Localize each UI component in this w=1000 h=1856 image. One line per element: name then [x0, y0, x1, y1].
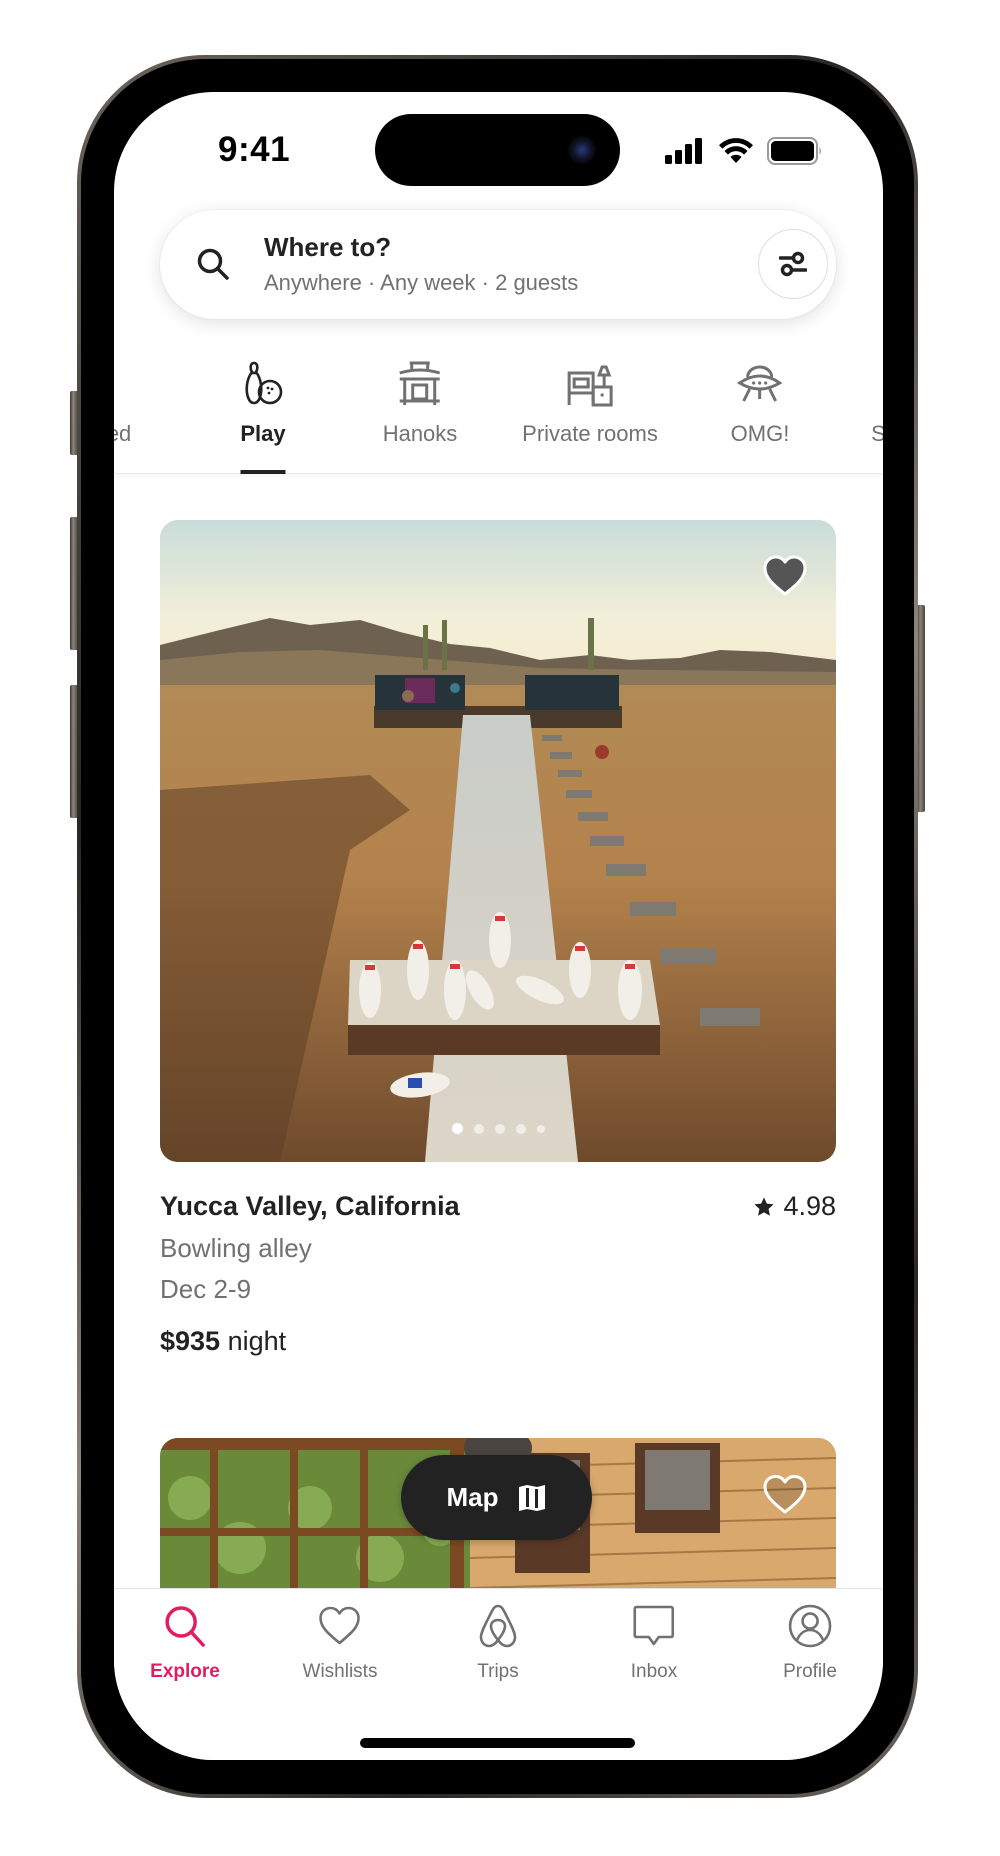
tab-label: Profile [783, 1661, 837, 1682]
search-icon [165, 1606, 205, 1647]
category-tab-partial-right[interactable]: Sk [860, 347, 883, 474]
category-tab-private-rooms[interactable]: Private rooms [522, 347, 658, 474]
airbnb-logo-icon [479, 1604, 517, 1648]
pagination-dot[interactable] [536, 1124, 545, 1133]
category-tabs: ted Play [114, 347, 883, 474]
category-label: Private rooms [522, 421, 658, 446]
tab-label: Wishlists [302, 1661, 378, 1682]
search-icon [197, 248, 229, 280]
map-button[interactable]: Map [401, 1455, 592, 1540]
tab-label: Explore [150, 1661, 220, 1682]
search-subtitle: Anywhere · Any week · 2 guests [264, 270, 579, 295]
tab-label: Inbox [630, 1661, 678, 1682]
category-tab-partial-left[interactable]: ted [114, 347, 131, 474]
search-title: Where to? [264, 232, 392, 262]
pagination-dot-active[interactable] [451, 1123, 463, 1134]
tab-wishlists[interactable]: Wishlists [302, 1603, 378, 1683]
status-icons [665, 137, 823, 165]
camera-icon [568, 136, 596, 164]
pagination-dot[interactable] [494, 1123, 505, 1134]
pagination-dot[interactable] [473, 1123, 484, 1134]
heart-icon [319, 1606, 361, 1645]
map-icon [518, 1484, 545, 1511]
listing-location[interactable]: Yucca Valley, California [160, 1191, 460, 1222]
listing-price: $935 night [160, 1326, 286, 1357]
price-unit: night [227, 1326, 287, 1356]
category-label: Play [240, 421, 286, 446]
bowling-icon [245, 361, 283, 405]
phone-screen: 9:41 Where to? Anywhere · Any week · 2 g… [114, 92, 883, 1760]
listing-photo[interactable] [160, 520, 836, 1162]
tab-inbox[interactable]: Inbox [631, 1603, 677, 1683]
wifi-icon [719, 138, 753, 163]
private-room-icon [567, 365, 613, 407]
tab-label: Trips [477, 1661, 519, 1682]
category-tab-omg[interactable]: OMG! [730, 347, 790, 474]
home-indicator[interactable] [360, 1738, 635, 1748]
tab-explore[interactable]: Explore [150, 1603, 220, 1683]
dynamic-island [375, 114, 620, 186]
filter-button[interactable] [758, 229, 828, 299]
photo-pagination-dots [160, 1123, 836, 1134]
rating-value: 4.98 [783, 1191, 836, 1221]
category-label: Hanoks [382, 421, 458, 446]
hanok-icon [399, 361, 441, 405]
shepherd-hut-icon [114, 359, 128, 407]
tab-profile[interactable]: Profile [783, 1603, 837, 1683]
battery-icon [767, 137, 821, 165]
map-button-label: Map [446, 1482, 499, 1512]
tab-trips[interactable]: Trips [475, 1603, 521, 1683]
category-tab-play[interactable]: Play [239, 347, 287, 474]
search-bar[interactable]: Where to? Anywhere · Any week · 2 guests [160, 210, 836, 319]
category-label: Sk [871, 421, 883, 446]
active-tab-underline [240, 470, 286, 474]
favorite-heart-outline-icon[interactable] [762, 1474, 808, 1516]
status-time: 9:41 [218, 130, 291, 169]
category-tab-hanoks[interactable]: Hanoks [382, 347, 458, 474]
category-label: OMG! [730, 421, 790, 446]
profile-icon [788, 1604, 832, 1648]
category-label: ted [114, 421, 132, 446]
power-button[interactable] [917, 605, 925, 812]
message-icon [633, 1605, 675, 1646]
star-icon [754, 1196, 775, 1216]
listing-type: Bowling alley [160, 1233, 312, 1263]
listing-rating: 4.98 [753, 1191, 836, 1222]
pagination-dot[interactable] [515, 1123, 526, 1134]
bottom-tab-bar: Explore Wishlists Trips Inbox Profile [114, 1588, 883, 1760]
listing-photo-image [160, 520, 836, 1162]
ufo-icon [737, 365, 783, 402]
filter-sliders-icon [779, 251, 807, 277]
favorite-heart-filled-icon[interactable] [762, 554, 808, 598]
listing-dates: Dec 2-9 [160, 1274, 252, 1304]
price-amount: $935 [160, 1326, 221, 1356]
signal-icon [665, 138, 702, 164]
